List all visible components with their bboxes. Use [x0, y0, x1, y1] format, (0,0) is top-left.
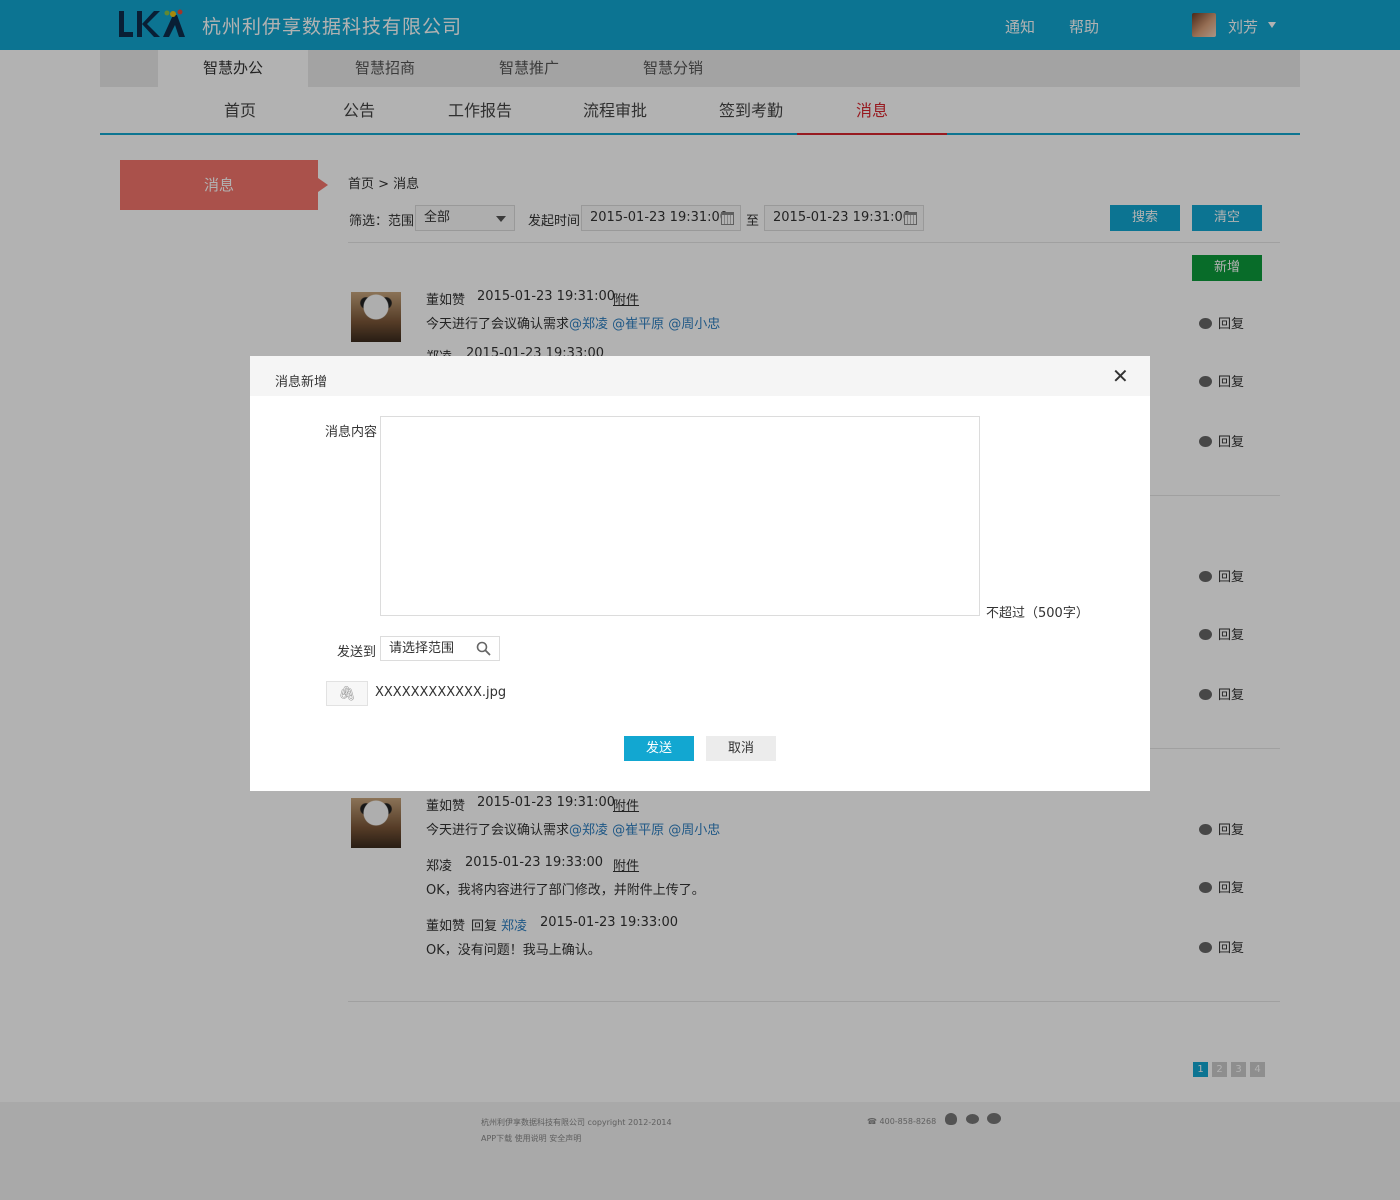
send-to-label: 发送到 [337, 645, 377, 660]
content-label: 消息内容 [325, 425, 378, 440]
attach-file-button[interactable]: 🖇 [326, 681, 368, 706]
char-limit-hint: 不超过（500字） [986, 606, 1089, 621]
send-to-input[interactable]: 请选择范围 [380, 636, 500, 661]
message-content-textarea[interactable] [380, 416, 980, 616]
paperclip-icon: 🖇 [338, 686, 356, 702]
cancel-button[interactable]: 取消 [706, 736, 776, 761]
send-to-placeholder: 请选择范围 [389, 641, 455, 656]
send-button[interactable]: 发送 [624, 736, 694, 761]
dialog-header [250, 356, 1150, 396]
close-icon[interactable]: ✕ [1112, 366, 1129, 386]
attached-file-name: XXXXXXXXXXXX.jpg [375, 685, 507, 700]
search-icon[interactable] [476, 641, 491, 656]
dialog-title: 消息新增 [275, 375, 328, 390]
